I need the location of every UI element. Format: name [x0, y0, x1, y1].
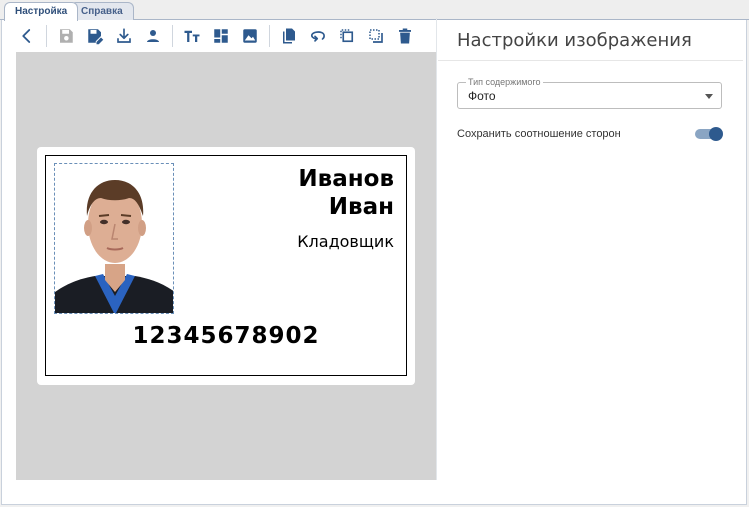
send-back-icon [369, 29, 383, 43]
toggle-thumb [709, 127, 723, 141]
content-type-label: Тип содержимого [466, 77, 543, 87]
badge-number-text[interactable]: 12345678902 [46, 323, 406, 349]
text-icon [184, 30, 200, 42]
first-name-text[interactable]: Иван [329, 194, 394, 220]
app-window: Настройка Справка Иванов Иван Кладовщик … [0, 0, 749, 507]
download-icon [117, 28, 131, 43]
save-as-icon [88, 29, 104, 45]
last-name-text[interactable]: Иванов [298, 166, 394, 192]
tab-settings[interactable]: Настройка [4, 2, 79, 21]
editor-toolbar [16, 24, 436, 48]
delete-icon [399, 28, 411, 44]
content-type-select[interactable]: Тип содержимого Фото [457, 77, 722, 109]
copy-icon [283, 28, 295, 44]
design-canvas[interactable]: Иванов Иван Кладовщик 12345678902 [16, 52, 436, 480]
copy-button[interactable] [278, 25, 300, 47]
panel-divider [436, 18, 437, 480]
photo-placeholder[interactable] [54, 163, 174, 314]
delete-button[interactable] [394, 25, 416, 47]
badge-card: Иванов Иван Кладовщик 12345678902 [37, 147, 415, 385]
download-button[interactable] [113, 25, 135, 47]
keep-aspect-ratio-toggle[interactable] [695, 127, 723, 141]
tab-bar: Настройка Справка [0, 0, 749, 21]
content-type-value: Фото [468, 89, 496, 103]
save-button[interactable] [55, 25, 77, 47]
employee-photo [55, 164, 173, 313]
position-text[interactable]: Кладовщик [297, 232, 394, 251]
rotate-button[interactable] [307, 25, 329, 47]
caret-down-icon [705, 94, 713, 99]
send-back-button[interactable] [365, 25, 387, 47]
person-button[interactable] [142, 25, 164, 47]
toolbar-divider [269, 25, 270, 47]
person-icon [147, 30, 159, 42]
save-icon [60, 29, 73, 43]
bring-front-icon [340, 29, 354, 43]
add-text-button[interactable] [181, 25, 203, 47]
layout-button[interactable] [210, 25, 232, 47]
toolbar-divider [172, 25, 173, 47]
save-as-button[interactable] [84, 25, 106, 47]
back-icon [22, 29, 31, 43]
image-icon [243, 29, 257, 43]
add-image-button[interactable] [239, 25, 261, 47]
keep-aspect-ratio-label: Сохранить соотношение сторон [457, 128, 621, 140]
toolbar-divider [46, 25, 47, 47]
settings-panel-divider [438, 60, 743, 61]
back-button[interactable] [16, 25, 38, 47]
tab-help[interactable]: Справка [70, 2, 134, 20]
layout-icon [214, 29, 228, 43]
settings-panel-title: Настройки изображения [457, 30, 692, 51]
bring-front-button[interactable] [336, 25, 358, 47]
rotate-icon [310, 31, 325, 42]
badge-border: Иванов Иван Кладовщик 12345678902 [45, 155, 407, 376]
